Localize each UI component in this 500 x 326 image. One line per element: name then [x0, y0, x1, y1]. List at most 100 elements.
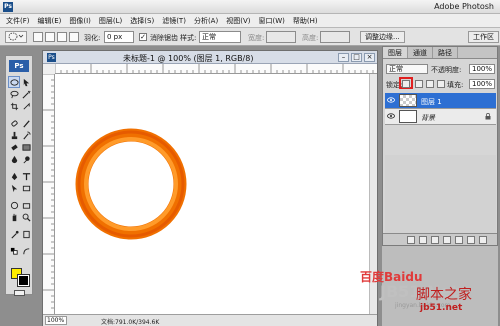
maximize-button[interactable]: □: [351, 53, 362, 62]
move-tool[interactable]: [21, 77, 31, 87]
new-layer-icon[interactable]: [467, 236, 475, 244]
layer-row[interactable]: 图层 1: [385, 93, 496, 109]
layer-row[interactable]: 背景: [385, 109, 496, 125]
tool-preset-picker[interactable]: [5, 31, 27, 43]
height-input[interactable]: [320, 31, 350, 43]
gradient-tool[interactable]: [21, 142, 31, 152]
history-brush-tool[interactable]: [21, 130, 31, 140]
default-colors-button[interactable]: [9, 246, 19, 256]
document-info[interactable]: 文档:791.0K/394.6K: [101, 317, 159, 326]
options-bar: 羽化: 0 px ✓ 消除锯齿 样式: 正常 宽度: 高度: 调整边缘... 工…: [0, 28, 500, 46]
canvas[interactable]: [55, 74, 377, 314]
width-input[interactable]: [266, 31, 296, 43]
clone-stamp-tool[interactable]: [9, 130, 19, 140]
swap-colors-button[interactable]: [21, 246, 31, 256]
opacity-label: 不透明度:: [431, 66, 462, 74]
workspace-button[interactable]: 工作区: [468, 31, 499, 43]
menu-edit[interactable]: 编辑(E): [38, 16, 62, 26]
zoom-tool[interactable]: [21, 212, 31, 222]
healing-brush-tool[interactable]: [9, 118, 19, 128]
3d-camera-tool[interactable]: [21, 200, 31, 210]
crop-tool[interactable]: [9, 101, 19, 111]
dodge-icon: [22, 155, 30, 163]
ruler-ticks-left: [43, 74, 54, 309]
subtract-selection-button[interactable]: [57, 32, 67, 42]
menu-view[interactable]: 视图(V): [226, 16, 250, 26]
tab-channels[interactable]: 通道: [408, 47, 433, 58]
background-color-swatch[interactable]: [17, 274, 30, 287]
dodge-tool[interactable]: [21, 154, 31, 164]
blur-tool[interactable]: [9, 154, 19, 164]
menu-layer[interactable]: 图层(L): [99, 16, 122, 26]
document-ps-icon: Ps: [47, 53, 56, 62]
horizontal-ruler: [55, 64, 377, 74]
photoshop-logo-icon: Ps: [3, 2, 13, 12]
menu-select[interactable]: 选择(S): [130, 16, 154, 26]
zoom-level-field[interactable]: 100%: [45, 316, 67, 325]
refine-edge-button[interactable]: 调整边缘...: [360, 31, 405, 43]
tab-paths[interactable]: 路径: [433, 47, 458, 58]
lock-transparent-button[interactable]: [402, 80, 410, 88]
menu-window[interactable]: 窗口(W): [258, 16, 284, 26]
layer-style-icon[interactable]: [419, 236, 427, 244]
style-select[interactable]: 正常: [199, 31, 241, 43]
opacity-input[interactable]: 100%: [469, 64, 495, 74]
trash-icon[interactable]: [479, 236, 487, 244]
toolbox: Ps: [5, 55, 33, 296]
lock-icon: [485, 113, 491, 120]
canvas-artwork: [75, 128, 187, 240]
eye-icon[interactable]: [387, 113, 395, 119]
lock-all-button[interactable]: [437, 80, 445, 88]
close-button[interactable]: ×: [364, 53, 375, 62]
app-title: Adobe Photosh: [434, 2, 494, 11]
eraser-tool[interactable]: [9, 142, 19, 152]
panel-tabs: 图层 通道 路径: [383, 47, 497, 59]
document-title-bar: Ps 未标题-1 @ 100% (图层 1, RGB/8) – □ ×: [43, 51, 377, 64]
3d-camera-icon: [22, 202, 30, 209]
type-tool[interactable]: [21, 171, 31, 181]
add-selection-button[interactable]: [45, 32, 55, 42]
menu-filter[interactable]: 滤镜(T): [162, 16, 186, 26]
layer-thumbnail: [399, 94, 417, 107]
lasso-tool[interactable]: [9, 89, 19, 99]
new-selection-button[interactable]: [33, 32, 43, 42]
menu-file[interactable]: 文件(F): [6, 16, 30, 26]
lock-position-button[interactable]: [426, 80, 434, 88]
stamp-icon: [11, 131, 17, 139]
minimize-button[interactable]: –: [338, 53, 349, 62]
link-layers-icon[interactable]: [407, 236, 415, 244]
menu-analysis[interactable]: 分析(A): [194, 16, 218, 26]
menu-help[interactable]: 帮助(H): [293, 16, 318, 26]
antialias-label: 消除锯齿: [150, 34, 178, 42]
elliptical-marquee-tool[interactable]: [8, 76, 20, 88]
note-tool[interactable]: [21, 229, 31, 239]
lock-pixels-button[interactable]: [415, 80, 423, 88]
menu-image[interactable]: 图像(I): [69, 16, 91, 26]
feather-input[interactable]: 0 px: [104, 31, 134, 43]
rectangle-tool[interactable]: [21, 183, 31, 193]
folder-icon[interactable]: [455, 236, 463, 244]
brush-tool[interactable]: [21, 118, 31, 128]
type-icon: [22, 172, 30, 180]
layer-mask-icon[interactable]: [431, 236, 439, 244]
site-watermark: jb51.net: [420, 303, 463, 313]
eye-icon[interactable]: [387, 97, 395, 103]
vertical-ruler: [43, 74, 55, 314]
slice-tool[interactable]: [21, 101, 31, 111]
magic-wand-tool[interactable]: [21, 89, 31, 99]
quick-mask-button[interactable]: [14, 290, 25, 296]
pen-tool[interactable]: [9, 171, 19, 181]
blend-mode-select[interactable]: 正常: [386, 64, 428, 74]
magic-wand-icon: [22, 90, 31, 98]
antialias-checkbox[interactable]: ✓: [139, 33, 147, 41]
tab-layers[interactable]: 图层: [383, 47, 408, 58]
menu-bar: 文件(F) 编辑(E) 图像(I) 图层(L) 选择(S) 滤镜(T) 分析(A…: [0, 14, 500, 28]
gradient-icon: [21, 143, 31, 151]
fill-input[interactable]: 100%: [469, 79, 495, 89]
eyedropper-tool[interactable]: [9, 229, 19, 239]
hand-tool[interactable]: [9, 212, 19, 222]
intersect-selection-button[interactable]: [69, 32, 79, 42]
path-selection-tool[interactable]: [9, 183, 19, 193]
adjustment-layer-icon[interactable]: [443, 236, 451, 244]
3d-rotate-tool[interactable]: [9, 200, 19, 210]
